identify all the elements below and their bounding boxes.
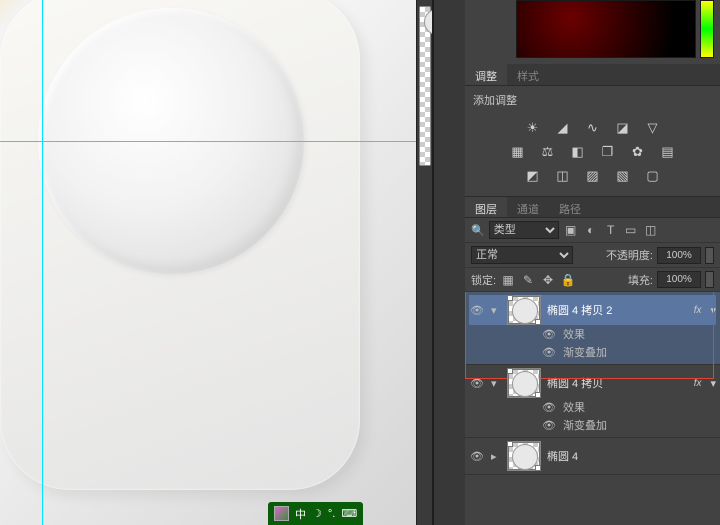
filter-adjust-icon[interactable]: ◐ [583,222,599,238]
visibility-icon[interactable]: 👁 [469,377,485,390]
lock-label: 锁定: [471,272,496,288]
lock-paint-icon[interactable]: ✎ [520,272,536,288]
invert-icon[interactable]: ◩ [524,168,542,184]
color-picker[interactable] [516,0,696,58]
tab-layers[interactable]: 图层 [465,197,507,217]
tab-adjustments[interactable]: 调整 [465,64,507,85]
filter-type-icon[interactable]: T [603,222,619,238]
tab-paths[interactable]: 路径 [549,197,591,217]
brightness-icon[interactable]: ☀ [524,120,542,136]
opacity-dropdown-icon[interactable] [705,247,714,264]
lock-transparent-icon[interactable]: ▦ [500,272,516,288]
visibility-icon[interactable]: 👁 [469,450,485,463]
tab-styles[interactable]: 样式 [507,64,549,85]
blend-row: 正常 不透明度: 100% [465,243,720,268]
lock-row: 锁定: ▦ ✎ ✥ 🔒 填充: 100% [465,268,720,292]
lookup-icon[interactable]: ▤ [659,144,677,160]
document-canvas[interactable] [0,0,432,525]
lock-all-icon[interactable]: 🔒 [560,272,576,288]
lock-move-icon[interactable]: ✥ [540,272,556,288]
blend-mode-select[interactable]: 正常 [471,246,573,264]
posterize-icon[interactable]: ◫ [554,168,572,184]
chevron-down-icon[interactable]: ▾ [710,377,716,390]
ime-taskbar[interactable]: 中 ☽ °. ⌨ [268,502,363,525]
adjustments-tabs: 调整 样式 [465,64,720,86]
balance-icon[interactable]: ⚖ [539,144,557,160]
layer-filter-row: 🔍 类型 ▣ ◐ T ▭ ◫ [465,218,720,243]
filter-kind-select[interactable]: 类型 [489,221,559,239]
gradient-map-icon[interactable]: ▧ [614,168,632,184]
adjustments-title: 添加调整 [473,92,712,108]
opacity-label: 不透明度: [606,247,653,263]
adjustment-presets: ☀ ◢ ∿ ◪ ▽ ▦ ⚖ ◧ ❐ ✿ ▤ [473,114,712,190]
layer-name[interactable]: 椭圆 4 拷贝 [547,375,688,391]
fill-label: 填充: [628,272,653,288]
fill-dropdown-icon[interactable] [705,271,714,288]
filter-pixel-icon[interactable]: ▣ [563,222,579,238]
vibrance-icon[interactable]: ▽ [644,120,662,136]
effects-label[interactable]: 效果 [563,326,585,342]
channel-mixer-icon[interactable]: ✿ [629,144,647,160]
fill-value[interactable]: 100% [657,271,701,288]
expand-icon[interactable]: ▾ [491,304,501,317]
bw-icon[interactable]: ◧ [569,144,587,160]
color-panel [465,0,720,64]
ime-keyboard-icon: ⌨ [341,507,357,520]
tab-channels[interactable]: 通道 [507,197,549,217]
panels-column: 调整 样式 添加调整 ☀ ◢ ∿ ◪ ▽ ▦ [432,0,720,525]
visibility-icon[interactable]: 👁 [541,346,557,359]
layers-list: 👁 ▾ 椭圆 4 拷贝 2 fx ▾ 👁 效果 👁 渐变叠加 👁 [465,292,720,525]
scrollbar-thumb[interactable] [419,6,431,166]
ime-label: 中 [295,506,306,522]
layer-name[interactable]: 椭圆 4 [547,448,716,464]
selective-color-icon[interactable]: ▢ [644,168,662,184]
fx-badge[interactable]: fx [694,378,702,389]
visibility-icon[interactable]: 👁 [469,304,485,317]
adjustments-section: 添加调整 ☀ ◢ ∿ ◪ ▽ ▦ ⚖ ◧ ❐ [465,86,720,196]
opacity-value[interactable]: 100% [657,247,701,264]
app-root: 中 ☽ °. ⌨ 调整 样式 添加调整 [0,0,720,525]
effect-gradient-overlay[interactable]: 渐变叠加 [563,344,607,360]
layer-name[interactable]: 椭圆 4 拷贝 2 [547,302,688,318]
panel-gutter [433,0,465,525]
effect-gradient-overlay[interactable]: 渐变叠加 [563,417,607,433]
vertical-scrollbar[interactable] [416,0,432,525]
levels-icon[interactable]: ◢ [554,120,572,136]
threshold-icon[interactable]: ▨ [584,168,602,184]
layer-thumbnail[interactable] [507,295,541,325]
layer-row[interactable]: 👁 ▸ 椭圆 4 [465,438,720,475]
hue-ramp[interactable] [700,0,714,58]
guide-vertical[interactable] [42,0,43,525]
search-icon[interactable]: 🔍 [471,224,485,237]
exposure-icon[interactable]: ◪ [614,120,632,136]
photo-filter-icon[interactable]: ❐ [599,144,617,160]
layer-row[interactable]: 👁 ▾ 椭圆 4 拷贝 2 fx ▾ 👁 效果 👁 渐变叠加 [465,292,720,365]
layers-tabs: 图层 通道 路径 [465,196,720,218]
effects-label[interactable]: 效果 [563,399,585,415]
canvas-area[interactable]: 中 ☽ °. ⌨ [0,0,432,525]
layer-thumbnail[interactable] [507,368,541,398]
visibility-icon[interactable]: 👁 [541,401,557,414]
filter-smart-icon[interactable]: ◫ [643,222,659,238]
visibility-icon[interactable]: 👁 [541,328,557,341]
ime-moon-icon: ☽ [312,507,322,520]
curves-icon[interactable]: ∿ [584,120,602,136]
expand-icon[interactable]: ▾ [491,377,501,390]
ime-dot-icon: °. [328,508,335,520]
filter-shape-icon[interactable]: ▭ [623,222,639,238]
layer-row[interactable]: 👁 ▾ 椭圆 4 拷贝 fx ▾ 👁 效果 👁 渐变叠加 [465,365,720,438]
expand-icon[interactable]: ▸ [491,450,501,463]
layer-thumbnail[interactable] [507,441,541,471]
chevron-down-icon[interactable]: ▾ [710,304,716,317]
ime-swatch-icon [274,506,289,521]
fx-badge[interactable]: fx [694,305,702,316]
hue-icon[interactable]: ▦ [509,144,527,160]
guide-horizontal[interactable] [0,141,432,142]
visibility-icon[interactable]: 👁 [541,419,557,432]
